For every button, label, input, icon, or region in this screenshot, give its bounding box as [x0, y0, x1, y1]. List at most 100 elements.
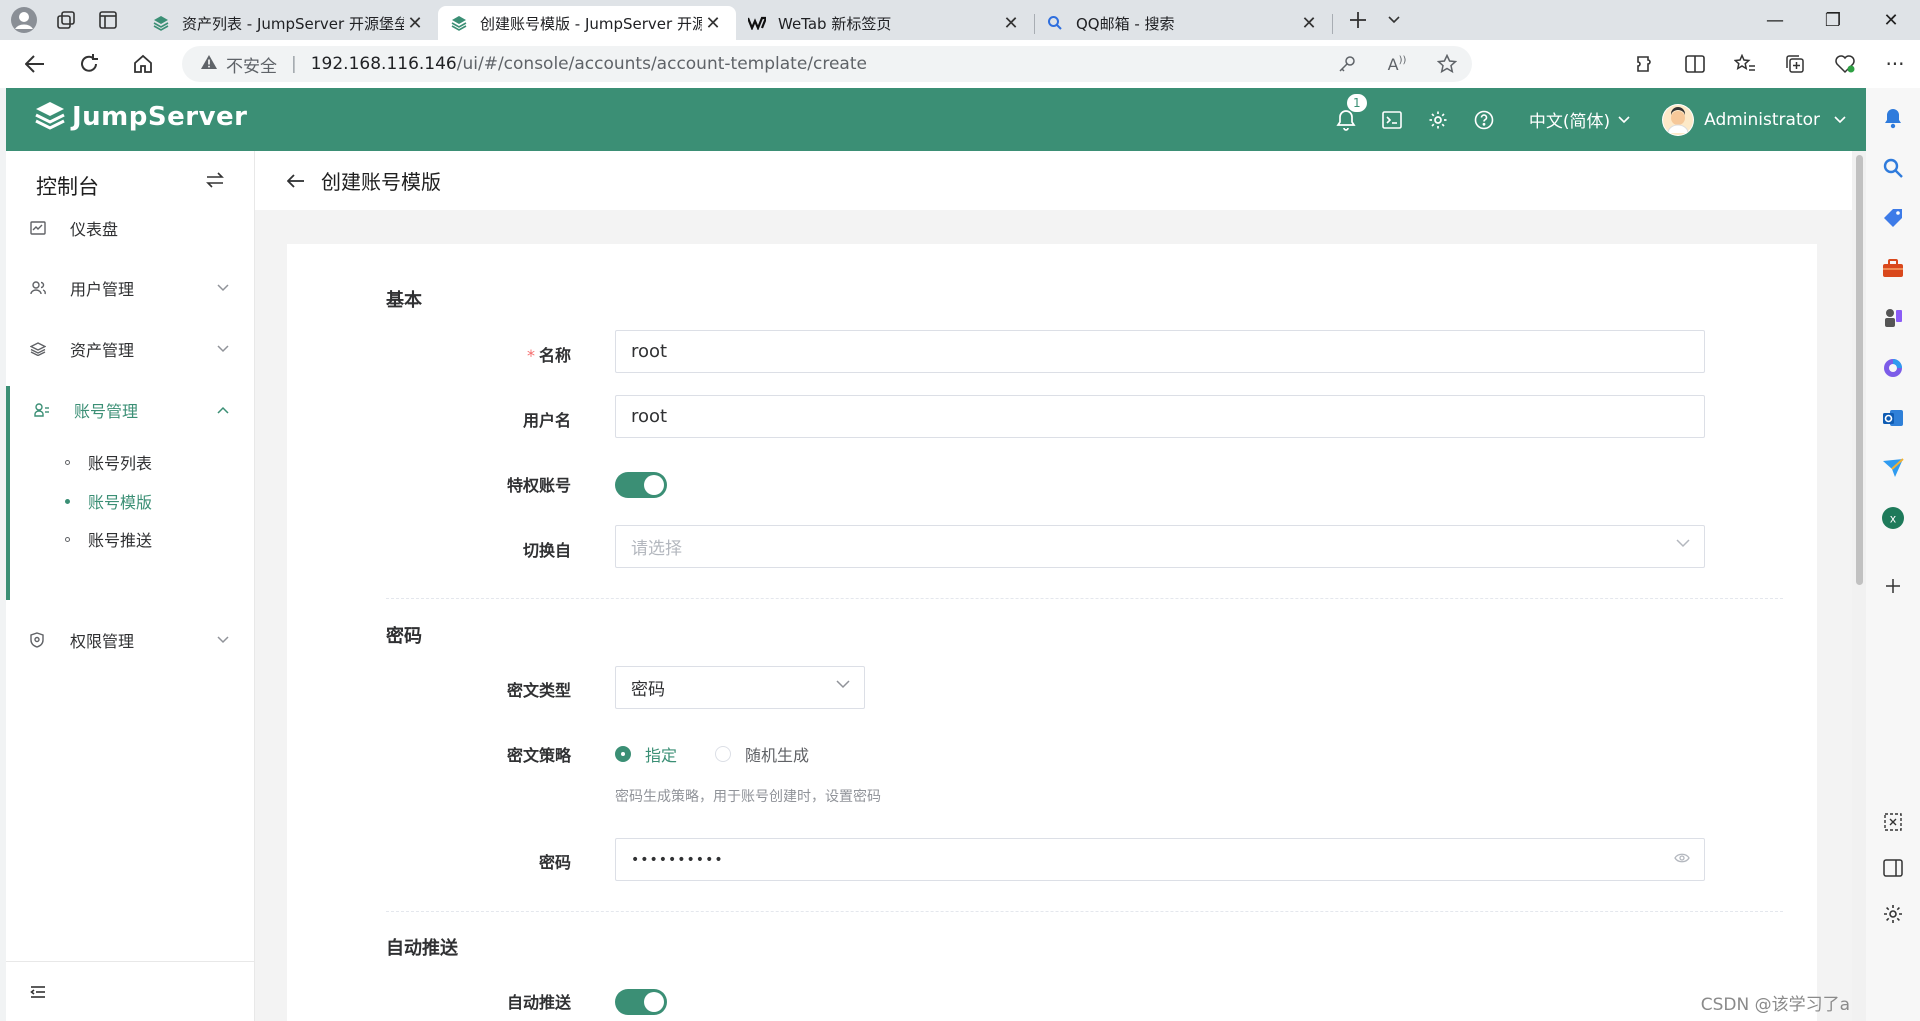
browser-tab-bar: 资产列表 - JumpServer 开源堡垒机 ✕ 创建账号模版 - JumpS…	[0, 0, 1920, 40]
excel-x-icon[interactable]: x	[1879, 504, 1907, 532]
language-label: 中文(简体)	[1528, 112, 1611, 132]
privileged-toggle[interactable]	[615, 472, 667, 498]
more-menu-icon[interactable]: ···	[1870, 40, 1920, 88]
hide-sidebar-icon[interactable]	[1879, 854, 1907, 882]
home-icon[interactable]	[116, 40, 170, 88]
warning-icon[interactable]	[200, 54, 218, 75]
close-tab-icon[interactable]: ✕	[1000, 13, 1022, 34]
submenu-label: 账号列表	[88, 454, 153, 473]
web-terminal-icon[interactable]	[1369, 88, 1415, 151]
browser-tab-wetab[interactable]: WeTab 新标签页 ✕	[736, 6, 1035, 40]
send-plane-icon[interactable]	[1879, 454, 1907, 482]
user-menu[interactable]: Administrator	[1662, 103, 1846, 136]
username-input[interactable]: root	[615, 395, 1705, 438]
page-scrollbar[interactable]	[1852, 151, 1866, 1021]
notification-bell-icon[interactable]	[1879, 104, 1907, 132]
app-logo[interactable]: JumpServer	[34, 100, 247, 134]
submenu-label: 账号推送	[88, 531, 153, 550]
submenu-item-account-push[interactable]: 账号推送	[10, 519, 255, 559]
strategy-specify-radio[interactable]: 指定	[615, 742, 677, 766]
key-icon[interactable]	[1322, 55, 1372, 73]
screenshot-icon[interactable]	[1879, 808, 1907, 836]
tab-actions-icon[interactable]	[90, 2, 126, 38]
user-name: Administrator	[1704, 109, 1820, 130]
tab-list-chevron-icon[interactable]	[1376, 2, 1412, 38]
section-divider	[386, 598, 1783, 599]
menu-item-permissions[interactable]: 权限管理	[6, 616, 255, 664]
back-arrow-icon[interactable]	[287, 173, 305, 188]
auto-push-label: 自动推送	[506, 993, 571, 1012]
strategy-help-text: 密码生成策略，用于账号创建时，设置密码	[615, 789, 881, 805]
browser-tab-qqmail-search[interactable]: QQ邮箱 - 搜索 ✕	[1034, 6, 1333, 40]
edge-sidebar: x	[1866, 88, 1920, 1021]
menu-item-users[interactable]: 用户管理	[6, 264, 255, 312]
minimize-icon[interactable]: —	[1746, 0, 1804, 40]
notification-icon[interactable]: 1	[1323, 88, 1369, 151]
url-host: 192.168.116.146	[310, 54, 457, 74]
password-input[interactable]: ••••••••••	[615, 838, 1705, 881]
app-header: JumpServer 1 中文(简体) Administrator	[6, 88, 1866, 151]
split-screen-icon[interactable]	[1670, 40, 1720, 88]
outlook-icon[interactable]	[1879, 404, 1907, 432]
name-input[interactable]: root	[615, 330, 1705, 373]
close-tab-icon[interactable]: ✕	[702, 13, 724, 34]
settings-gear-icon[interactable]	[1415, 88, 1461, 151]
collapse-menu-button[interactable]	[6, 961, 255, 1021]
submenu-item-account-template[interactable]: 账号模版	[10, 481, 255, 521]
add-sidebar-app-icon[interactable]	[1879, 572, 1907, 600]
submenu-item-account-list[interactable]: 账号列表	[10, 442, 255, 482]
profile-icon[interactable]	[6, 2, 42, 38]
restore-icon[interactable]: ❐	[1804, 0, 1862, 40]
svg-text:x: x	[1890, 512, 1896, 526]
chevron-down-icon	[836, 680, 850, 689]
favorite-star-icon[interactable]	[1422, 54, 1472, 74]
tools-icon[interactable]	[1879, 254, 1907, 282]
shopping-tag-icon[interactable]	[1879, 204, 1907, 232]
url-field[interactable]: 不安全 | 192.168.116.146/ui/#/console/accou…	[182, 46, 1472, 82]
favorites-icon[interactable]	[1720, 40, 1770, 88]
workspaces-icon[interactable]	[48, 2, 84, 38]
search-icon[interactable]	[1879, 154, 1907, 182]
page-header: 创建账号模版	[255, 151, 1852, 210]
menu-item-assets[interactable]: 资产管理	[6, 325, 255, 373]
games-icon[interactable]	[1879, 304, 1907, 332]
refresh-icon[interactable]	[62, 40, 116, 88]
new-tab-icon[interactable]	[1340, 2, 1376, 38]
show-password-eye-icon[interactable]	[1674, 852, 1690, 864]
menu-item-accounts[interactable]: 账号管理	[6, 386, 255, 434]
username-label: 用户名	[522, 411, 571, 430]
secret-type-select[interactable]: 密码	[615, 666, 865, 709]
browser-essentials-icon[interactable]	[1820, 40, 1870, 88]
auto-push-toggle[interactable]	[615, 989, 667, 1015]
chevron-down-icon	[1834, 115, 1846, 123]
secret-type-value: 密码	[631, 680, 665, 700]
close-tab-icon[interactable]: ✕	[1298, 13, 1320, 34]
chevron-down-icon	[1676, 539, 1690, 548]
dashboard-icon	[30, 221, 56, 235]
extensions-icon[interactable]	[1620, 40, 1670, 88]
name-label: * 名称	[526, 346, 571, 365]
account-template-form: 基本 * 名称 root 用户名 root 特权账号 切换自 请选择 密码 密文类…	[287, 244, 1817, 1021]
menu-title: 控制台	[36, 175, 99, 199]
sidebar-settings-icon[interactable]	[1879, 900, 1907, 928]
read-aloud-icon[interactable]: A))	[1372, 55, 1422, 74]
back-icon[interactable]	[8, 40, 62, 88]
close-tab-icon[interactable]: ✕	[404, 13, 426, 34]
chevron-down-icon	[217, 284, 229, 292]
logo-text: JumpServer	[72, 102, 248, 132]
copilot-icon[interactable]	[1879, 354, 1907, 382]
search-favicon-icon	[1046, 14, 1064, 32]
collections-icon[interactable]	[1770, 40, 1820, 88]
help-icon[interactable]	[1461, 88, 1507, 151]
jumpserver-favicon-icon	[152, 14, 170, 32]
browser-tab-asset-list[interactable]: 资产列表 - JumpServer 开源堡垒机 ✕	[140, 6, 439, 40]
menu-item-dashboard[interactable]: 仪表盘	[6, 204, 255, 252]
su-from-select[interactable]: 请选择	[615, 525, 1705, 568]
language-switcher[interactable]: 中文(简体)	[1529, 107, 1630, 132]
browser-tab-create-template[interactable]: 创建账号模版 - JumpServer 开源堡垒机 ✕	[438, 6, 736, 40]
strategy-random-radio[interactable]: 随机生成	[715, 742, 809, 766]
switch-view-icon[interactable]	[206, 169, 224, 193]
close-window-icon[interactable]: ✕	[1862, 0, 1920, 40]
accounts-submenu: 账号管理 账号列表 账号模版 账号推送	[6, 386, 255, 600]
menu-item-label: 用户管理	[70, 280, 135, 299]
